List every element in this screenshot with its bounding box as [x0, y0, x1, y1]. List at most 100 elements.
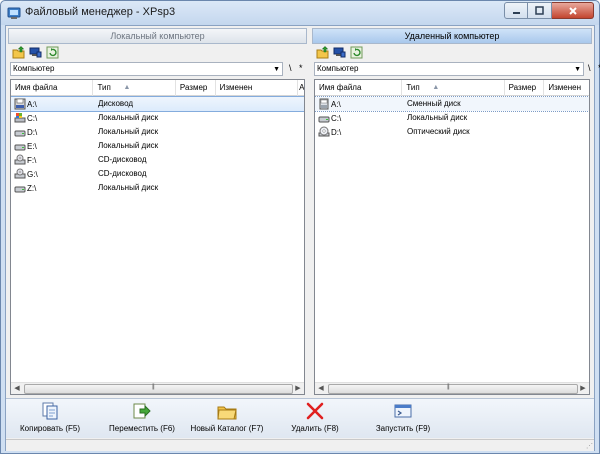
row-name-cell: D:\ — [11, 125, 94, 139]
local-panel-header[interactable]: Локальный компьютер — [8, 28, 307, 44]
network-computer-icon[interactable] — [333, 46, 346, 59]
row-type: Локальный диск — [98, 141, 159, 150]
app-icon — [7, 7, 21, 19]
optical-drive-icon — [318, 126, 330, 137]
table-row[interactable]: G:\ CD-дисковод — [11, 167, 304, 181]
remote-panel-header[interactable]: Удаленный компьютер — [312, 28, 592, 44]
client-area: Локальный компьютер Компьютер ▼ \ * Имя … — [5, 25, 600, 451]
delete-icon — [306, 402, 324, 420]
row-name-cell: C:\ — [11, 111, 94, 125]
row-name: E:\ — [27, 141, 37, 151]
scroll-left-icon[interactable]: ◀ — [11, 383, 23, 394]
run-button[interactable]: Запустить (F9) — [368, 401, 438, 433]
title-bar[interactable]: Файловый менеджер - XPsp3 — [1, 1, 599, 25]
remote-panel: Удаленный компьютер Компьютер ▼ \ Имя фа… — [312, 28, 600, 396]
maximize-icon — [535, 6, 544, 15]
minimize-button[interactable] — [504, 2, 528, 19]
refresh-icon[interactable] — [46, 46, 59, 59]
row-name: D:\ — [27, 127, 38, 137]
scroll-grip-icon: ||| — [447, 384, 450, 390]
row-name: C:\ — [331, 113, 342, 123]
row-name-cell: C:\ — [315, 111, 403, 125]
local-path-combobox[interactable]: Компьютер ▼ — [10, 62, 283, 76]
hard-drive-icon — [318, 116, 330, 123]
table-row[interactable]: A:\ Дисковод — [11, 96, 304, 112]
remote-path-value: Компьютер — [317, 64, 359, 73]
local-path-row: Компьютер ▼ \ * — [8, 62, 307, 76]
row-type: Оптический диск — [407, 127, 470, 136]
column-size[interactable]: Размер — [505, 80, 545, 96]
column-modified[interactable]: Изменен — [216, 80, 299, 96]
row-name: D:\ — [331, 127, 342, 137]
table-row[interactable]: A:\ Сменный диск — [315, 96, 589, 112]
column-modified[interactable]: Изменен — [544, 80, 589, 96]
row-type: Локальный диск — [98, 113, 159, 122]
hard-drive-icon — [14, 144, 26, 151]
scroll-left-icon[interactable]: ◀ — [315, 383, 327, 394]
row-type: Сменный диск — [407, 99, 461, 108]
hard-drive-icon — [14, 130, 26, 137]
remote-rows: A:\ Сменный диск C:\ Локальный диск D:\ Оптич… — [315, 96, 589, 139]
remote-path-combobox[interactable]: Компьютер ▼ — [314, 62, 584, 76]
copy-button[interactable]: Копировать (F5) — [16, 401, 84, 433]
action-bar: Копировать (F5) Переместить (F6) Новый К… — [6, 398, 594, 438]
close-icon — [568, 6, 577, 15]
table-row[interactable]: C:\ Локальный диск — [315, 111, 589, 125]
remote-scroll-thumb[interactable] — [328, 384, 578, 394]
remote-list-header: Имя файла Тип ▲ Размер Изменен — [315, 80, 589, 96]
remote-horizontal-scrollbar[interactable]: ◀ ||| ▶ — [315, 382, 589, 394]
table-row[interactable]: C:\ Локальный диск — [11, 111, 304, 125]
folder-up-icon[interactable] — [12, 46, 25, 59]
floppy-icon — [14, 98, 26, 110]
local-file-list[interactable]: Имя файла Тип ▲ Размер Изменен А A:\ Диско… — [10, 79, 305, 395]
remote-path-row: Компьютер ▼ \ * — [312, 62, 600, 76]
row-name-cell: F:\ — [11, 153, 94, 167]
local-scroll-thumb[interactable] — [24, 384, 293, 394]
remote-toolbar — [316, 46, 363, 60]
local-horizontal-scrollbar[interactable]: ◀ ||| ▶ — [11, 382, 304, 394]
chevron-down-icon: ▼ — [574, 66, 581, 73]
scroll-right-icon[interactable]: ▶ — [577, 383, 589, 394]
removable-drive-icon — [319, 98, 329, 110]
table-row[interactable]: D:\ Оптический диск — [315, 125, 589, 139]
local-toolbar — [12, 46, 59, 60]
row-type: Локальный диск — [407, 113, 468, 122]
table-row[interactable]: Z:\ Локальный диск — [11, 181, 304, 195]
column-name[interactable]: Имя файла — [11, 80, 94, 96]
row-name: F:\ — [27, 155, 37, 165]
local-root-button[interactable]: \ — [289, 62, 292, 75]
table-row[interactable]: D:\ Локальный диск — [11, 125, 304, 139]
move-icon — [133, 403, 151, 419]
local-filter-button[interactable]: * — [299, 62, 303, 75]
window-controls — [504, 2, 594, 19]
row-name-cell: A:\ — [315, 97, 403, 111]
close-button[interactable] — [552, 2, 594, 19]
resize-grip-icon[interactable]: ⋰ — [586, 442, 593, 450]
cd-drive-icon — [14, 154, 26, 165]
row-name: A:\ — [331, 99, 341, 109]
folder-up-icon[interactable] — [316, 46, 329, 59]
new-folder-icon — [217, 406, 237, 420]
column-size[interactable]: Размер — [176, 80, 216, 96]
column-name[interactable]: Имя файла — [315, 80, 403, 96]
table-row[interactable]: E:\ Локальный диск — [11, 139, 304, 153]
cd-drive-icon — [14, 168, 26, 179]
refresh-icon[interactable] — [350, 46, 363, 59]
sort-ascending-icon: ▲ — [123, 84, 131, 91]
new-folder-button[interactable]: Новый Каталог (F7) — [184, 401, 270, 433]
column-attributes[interactable]: А — [298, 80, 304, 96]
row-name-cell: Z:\ — [11, 181, 94, 195]
chevron-down-icon: ▼ — [273, 66, 280, 73]
maximize-button[interactable] — [528, 2, 552, 19]
remote-root-button[interactable]: \ — [588, 62, 591, 75]
column-type[interactable]: Тип ▲ — [402, 80, 505, 96]
table-row[interactable]: F:\ CD-дисковод — [11, 153, 304, 167]
system-drive-icon — [14, 113, 26, 123]
delete-button[interactable]: Удалить (F8) — [283, 401, 347, 433]
scroll-right-icon[interactable]: ▶ — [292, 383, 304, 394]
network-computer-icon[interactable] — [29, 46, 42, 59]
column-type[interactable]: Тип ▲ — [93, 80, 176, 96]
remote-file-list[interactable]: Имя файла Тип ▲ Размер Изменен A:\ Сменный… — [314, 79, 590, 395]
row-name-cell: G:\ — [11, 167, 94, 181]
move-button[interactable]: Переместить (F6) — [101, 401, 183, 433]
